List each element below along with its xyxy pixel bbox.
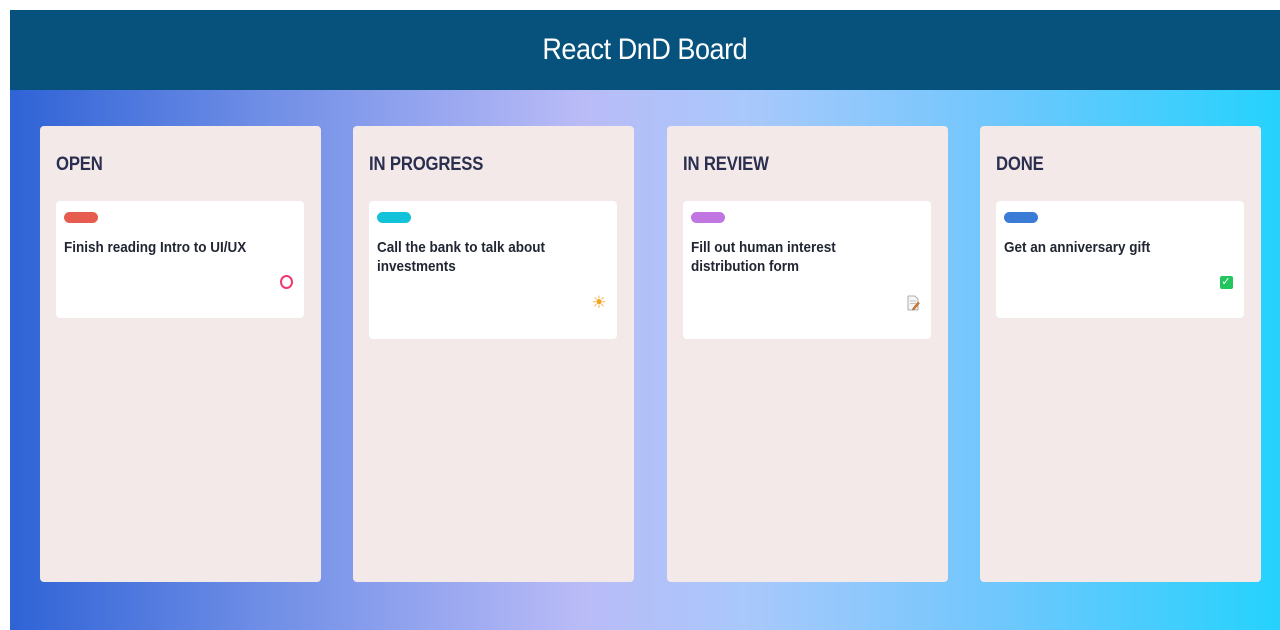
column-in-review[interactable]: IN REVIEW Fill out human interest distri…	[667, 126, 948, 582]
column-title: DONE	[996, 154, 1044, 175]
column-title: IN REVIEW	[683, 154, 769, 175]
card-title: Fill out human interest distribution for…	[691, 239, 836, 275]
card-tag	[64, 212, 98, 223]
column-in-progress[interactable]: IN PROGRESS Call the bank to talk about …	[353, 126, 634, 582]
app-header: React DnD Board	[10, 10, 1280, 90]
column-title: OPEN	[56, 154, 103, 175]
card-title: Get an anniversary gift	[1004, 239, 1151, 256]
column-title: IN PROGRESS	[369, 154, 484, 175]
card-title: Call the bank to talk about investments	[377, 239, 546, 275]
kanban-board: OPEN Finish reading Intro to UI/UX IN PR…	[10, 90, 1280, 630]
task-card[interactable]: Get an anniversary gift ✓	[996, 201, 1244, 318]
app-root: React DnD Board OPEN Finish reading Intr…	[10, 10, 1280, 630]
card-tag	[1004, 212, 1038, 223]
task-card[interactable]: Fill out human interest distribution for…	[683, 201, 931, 339]
column-open[interactable]: OPEN Finish reading Intro to UI/UX	[40, 126, 321, 582]
task-card[interactable]: Call the bank to talk about investments …	[369, 201, 617, 339]
app-title: React DnD Board	[542, 33, 748, 66]
memo-icon	[905, 295, 921, 311]
check-icon: ✓	[1219, 275, 1233, 289]
column-done[interactable]: DONE Get an anniversary gift ✓	[980, 126, 1261, 582]
circle-o-icon	[278, 274, 294, 290]
task-card[interactable]: Finish reading Intro to UI/UX	[56, 201, 304, 318]
card-tag	[691, 212, 725, 223]
card-title: Finish reading Intro to UI/UX	[64, 239, 247, 256]
sun-icon: ☀	[591, 293, 607, 312]
card-tag	[377, 212, 411, 223]
